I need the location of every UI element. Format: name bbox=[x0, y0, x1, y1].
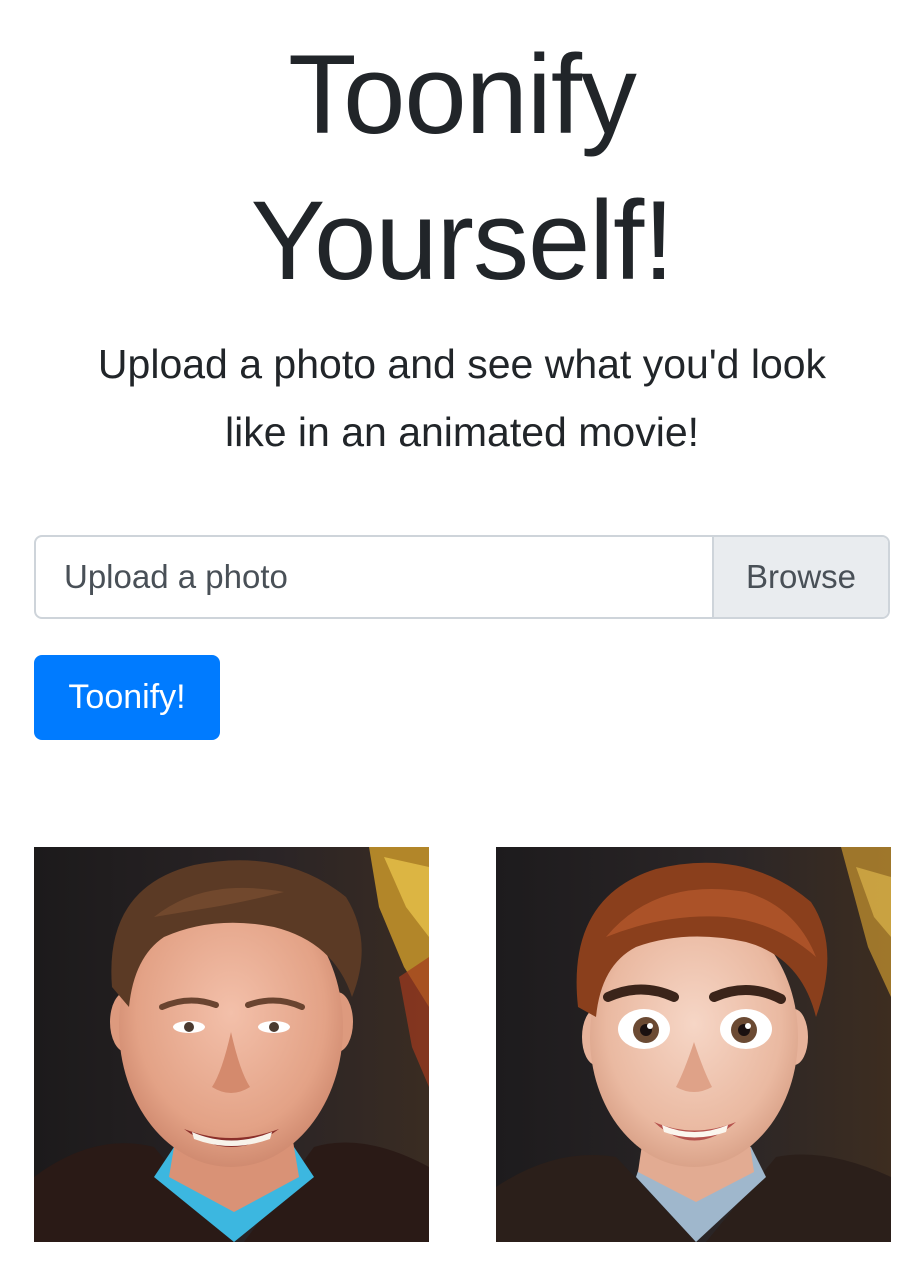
upload-placeholder[interactable]: Upload a photo bbox=[36, 537, 712, 617]
subtitle-line-2: like in an animated movie! bbox=[224, 409, 700, 455]
title-line-2: Yourself! bbox=[250, 178, 675, 303]
title-line-1: Toonify bbox=[288, 32, 637, 157]
photo-upload-field[interactable]: Upload a photo Browse bbox=[34, 535, 890, 619]
toonified-photo bbox=[496, 847, 891, 1242]
browse-button[interactable]: Browse bbox=[712, 537, 888, 617]
page-title: Toonify Yourself! bbox=[0, 22, 924, 314]
subtitle-line-1: Upload a photo and see what you'd look bbox=[97, 341, 827, 387]
page-subtitle: Upload a photo and see what you'd look l… bbox=[40, 330, 884, 466]
toonified-photo-image bbox=[496, 847, 891, 1242]
original-photo bbox=[34, 847, 429, 1242]
toonify-button[interactable]: Toonify! bbox=[34, 655, 220, 740]
original-photo-image bbox=[34, 847, 429, 1242]
